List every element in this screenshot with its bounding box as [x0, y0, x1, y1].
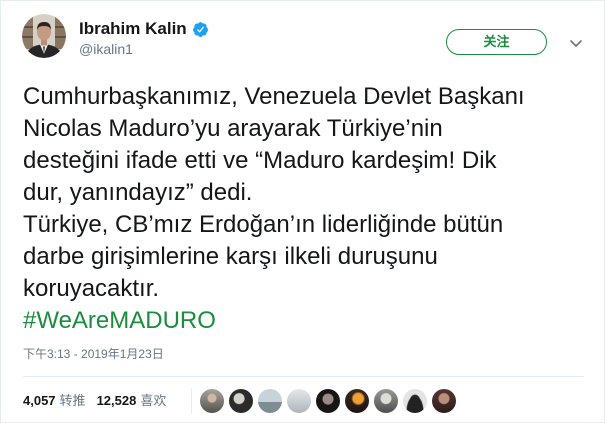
tweet-timestamp[interactable]: 下午3:13 - 2019年1月23日: [23, 347, 164, 361]
tweet-card: Ibrahim Kalin @ikalin1 关注 Cumhurbaşkanım…: [0, 0, 605, 423]
liker-avatar[interactable]: [258, 389, 282, 413]
tweet-line: desteğini ifade etti ve “Maduro kardeşim…: [23, 147, 497, 174]
tweet-line: Nicolas Maduro’yu arayarak Türkiye’nin: [23, 115, 443, 142]
liker-avatar[interactable]: [200, 389, 224, 413]
chevron-down-icon[interactable]: [568, 35, 584, 51]
retweet-count[interactable]: 4,057 转推: [23, 391, 86, 411]
like-count-label: 喜欢: [140, 393, 167, 408]
tweet-line: Türkiye, CB’mız Erdoğan’ın liderliğinde …: [23, 211, 504, 238]
tweet-text: Cumhurbaşkanımız, Venezuela Devlet Başka…: [23, 81, 593, 337]
divider: [23, 376, 584, 377]
liker-avatars: [200, 389, 461, 413]
follow-button[interactable]: 关注: [446, 29, 547, 55]
tweet-line: dur, yanındayız” dedi.: [23, 179, 253, 206]
liker-avatar[interactable]: [287, 389, 311, 413]
liker-avatar[interactable]: [403, 389, 427, 413]
stats-divider: [191, 388, 192, 414]
tweet-line: koruyacaktır.: [23, 275, 160, 302]
liker-avatar[interactable]: [374, 389, 398, 413]
retweet-count-value: 4,057: [23, 393, 56, 408]
author-avatar[interactable]: [22, 14, 66, 58]
profile-photo-icon: [22, 14, 66, 58]
like-count[interactable]: 12,528 喜欢: [97, 391, 167, 411]
liker-avatar[interactable]: [316, 389, 340, 413]
tweet-line: darbe girişimlerine karşı ilkeli duruşun…: [23, 243, 438, 270]
hashtag-line: #WeAreMADURO: [23, 305, 593, 337]
retweet-count-label: 转推: [59, 393, 86, 408]
author-name-row[interactable]: Ibrahim Kalin: [79, 19, 209, 39]
like-count-value: 12,528: [96, 393, 137, 408]
author-name[interactable]: Ibrahim Kalin: [79, 19, 187, 39]
liker-avatar[interactable]: [345, 389, 369, 413]
author-handle[interactable]: @ikalin1: [79, 40, 133, 58]
hashtag-link[interactable]: #WeAreMADURO: [23, 307, 216, 334]
tweet-line: Cumhurbaşkanımız, Venezuela Devlet Başka…: [23, 83, 525, 110]
verified-badge-icon: [192, 21, 209, 38]
liker-avatar[interactable]: [229, 389, 253, 413]
tweet-stats: 4,057 转推 12,528 喜欢: [23, 391, 177, 411]
liker-avatar[interactable]: [432, 389, 456, 413]
